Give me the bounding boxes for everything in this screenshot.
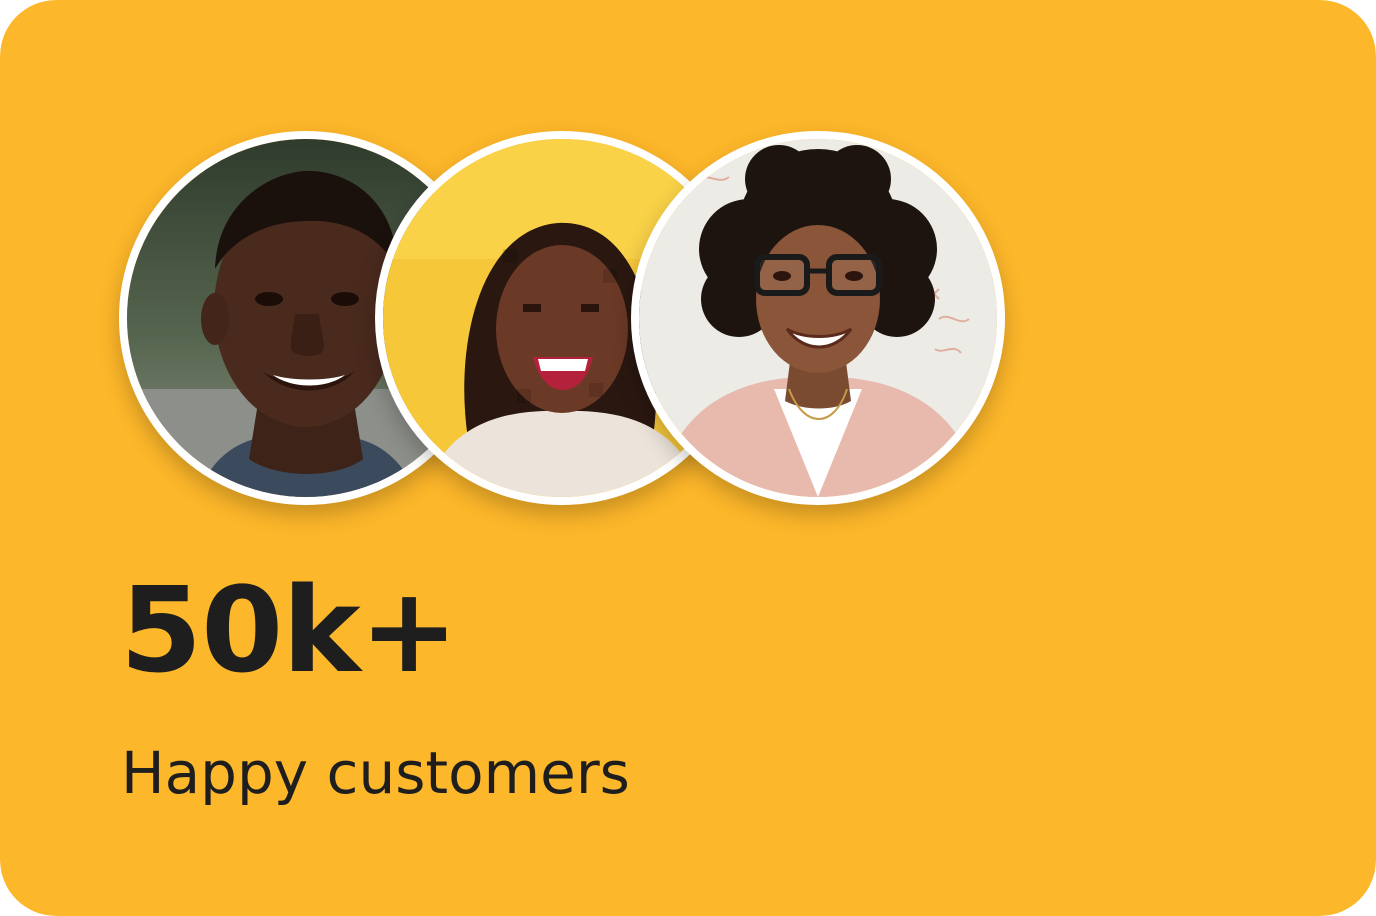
stats-card: 50k+ Happy customers	[0, 0, 1376, 916]
stat-value: 50k+	[120, 561, 459, 699]
stat-label: Happy customers	[121, 739, 630, 807]
customer-avatar-3	[631, 131, 1005, 505]
customer-photo-woman-glasses-icon	[639, 139, 997, 497]
